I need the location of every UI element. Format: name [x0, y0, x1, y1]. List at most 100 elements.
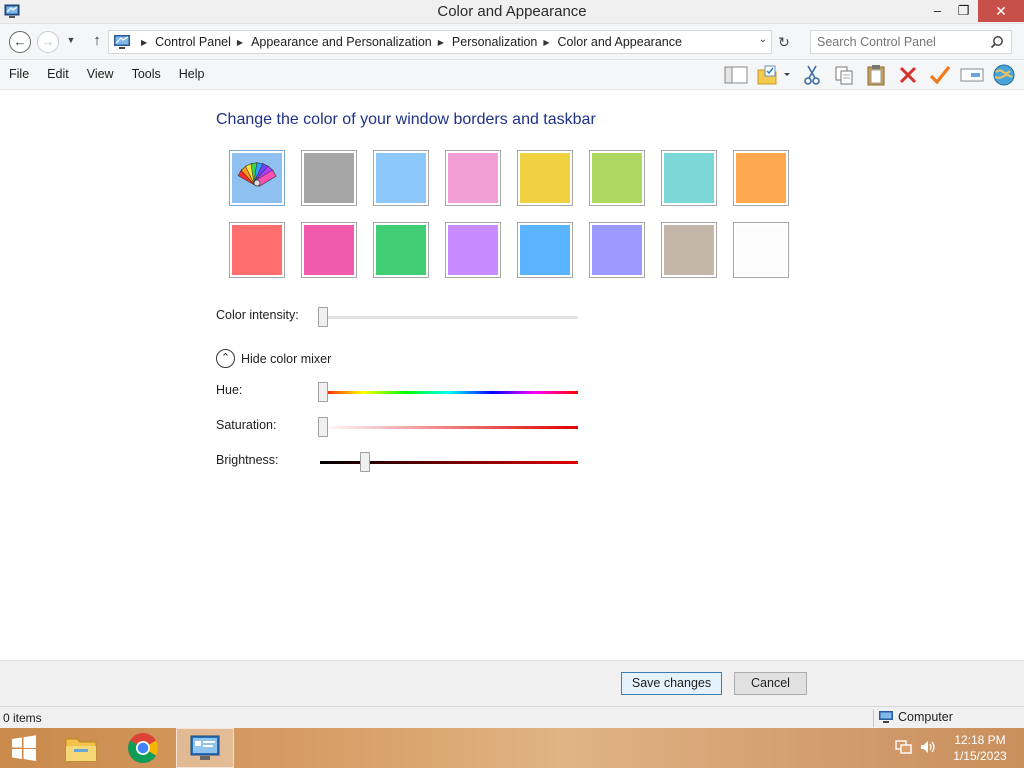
color-swatch-automatic[interactable]	[229, 150, 285, 206]
chevron-down-icon[interactable]: ⌄	[759, 34, 767, 45]
color-swatch-periwinkle[interactable]	[589, 222, 645, 278]
minimize-button[interactable]: –	[924, 0, 951, 22]
breadcrumb-separator-icon[interactable]: ▶	[237, 38, 243, 47]
cut-icon[interactable]	[796, 62, 828, 88]
search-icon[interactable]	[990, 35, 1004, 49]
color-swatch-pink[interactable]	[445, 150, 501, 206]
color-swatch-white[interactable]	[733, 222, 789, 278]
color-swatch-teal[interactable]	[661, 150, 717, 206]
main-content: Change the color of your window borders …	[0, 90, 1024, 660]
up-button[interactable]: ↑	[86, 31, 108, 53]
breadcrumb-separator-icon[interactable]: ▶	[543, 38, 549, 47]
recent-locations-dropdown[interactable]: ▼	[64, 31, 78, 53]
swatch-fill	[520, 153, 570, 203]
swatch-fill	[592, 153, 642, 203]
breadcrumb-separator-icon[interactable]: ▶	[438, 38, 444, 47]
breadcrumb-color-and-appearance[interactable]: Color and Appearance	[558, 35, 682, 49]
menu-file[interactable]: File	[0, 67, 38, 81]
breadcrumb-personalization[interactable]: Personalization	[452, 35, 537, 49]
hide-color-mixer-label[interactable]: Hide color mixer	[241, 352, 331, 366]
brightness-slider[interactable]	[320, 461, 578, 464]
address-bar[interactable]: ▶ Control Panel ▶ Appearance and Persona…	[108, 30, 772, 54]
back-button[interactable]: ←	[9, 31, 31, 53]
swatch-fill	[376, 153, 426, 203]
color-swatch-orange[interactable]	[733, 150, 789, 206]
breadcrumb: ▶ Control Panel ▶ Appearance and Persona…	[135, 35, 682, 49]
save-changes-button[interactable]: Save changes	[621, 672, 722, 695]
hue-label: Hue:	[216, 383, 243, 397]
menu-help[interactable]: Help	[170, 67, 214, 81]
brightness-thumb[interactable]	[360, 452, 371, 472]
status-location-label: Computer	[898, 710, 953, 724]
menu-bar: File Edit View Tools Help	[0, 60, 1024, 90]
color-palette-icon	[237, 162, 277, 187]
forward-button[interactable]: →	[37, 31, 59, 53]
color-intensity-slider[interactable]	[320, 316, 578, 319]
rename-icon[interactable]	[956, 62, 988, 88]
color-intensity-thumb[interactable]	[318, 307, 328, 327]
color-swatch-green[interactable]	[589, 150, 645, 206]
swatch-fill	[376, 225, 426, 275]
delete-icon[interactable]	[892, 62, 924, 88]
swatch-fill	[448, 225, 498, 275]
hue-thumb[interactable]	[318, 382, 328, 402]
swatch-fill	[448, 153, 498, 203]
saturation-thumb[interactable]	[318, 417, 328, 437]
taskbar-clock[interactable]: 12:18 PM 1/15/2023	[940, 732, 1020, 764]
status-bar: 0 items Computer	[0, 706, 1024, 728]
toolbar	[720, 62, 1020, 88]
file-explorer-taskbar-icon[interactable]	[52, 728, 110, 768]
control-panel-taskbar-icon[interactable]	[176, 728, 234, 768]
title-bar: Color and Appearance – ❐ ✕	[0, 0, 1024, 24]
breadcrumb-separator-icon[interactable]: ▶	[141, 38, 147, 47]
color-swatch-gray[interactable]	[301, 150, 357, 206]
swatch-fill	[304, 153, 354, 203]
swatch-fill	[664, 225, 714, 275]
close-button[interactable]: ✕	[978, 0, 1024, 22]
globe-icon[interactable]	[988, 62, 1020, 88]
search-input[interactable]	[817, 32, 987, 52]
paste-icon[interactable]	[860, 62, 892, 88]
copy-icon[interactable]	[828, 62, 860, 88]
windows-logo-icon[interactable]	[10, 735, 38, 761]
checkmark-icon[interactable]	[924, 62, 956, 88]
chrome-taskbar-icon[interactable]	[114, 728, 172, 768]
start-button[interactable]	[0, 728, 48, 768]
color-swatch-blue[interactable]	[517, 222, 573, 278]
color-swatch-magenta[interactable]	[301, 222, 357, 278]
swatch-fill	[736, 225, 786, 275]
properties-icon[interactable]	[752, 62, 796, 88]
chevron-up-icon[interactable]: ⌃	[216, 349, 235, 368]
color-swatch-taupe[interactable]	[661, 222, 717, 278]
item-count: 0 items	[3, 711, 42, 725]
dialog-footer: Save changes Cancel	[0, 660, 1024, 706]
color-intensity-label: Color intensity:	[216, 308, 299, 322]
search-box[interactable]	[810, 30, 1012, 54]
maximize-button[interactable]: ❐	[950, 0, 977, 22]
cancel-button[interactable]: Cancel	[734, 672, 807, 695]
refresh-icon[interactable]: ↻	[774, 34, 794, 52]
color-swatch-sky-blue[interactable]	[373, 150, 429, 206]
color-swatch-emerald[interactable]	[373, 222, 429, 278]
color-swatch-yellow[interactable]	[517, 150, 573, 206]
saturation-slider[interactable]	[320, 426, 578, 429]
breadcrumb-appearance-and-personalization[interactable]: Appearance and Personalization	[251, 35, 432, 49]
clock-date: 1/15/2023	[953, 749, 1007, 763]
brightness-label: Brightness:	[216, 453, 279, 467]
color-swatch-coral[interactable]	[229, 222, 285, 278]
hide-color-mixer-toggle[interactable]: ⌃ Hide color mixer	[216, 349, 331, 368]
volume-icon[interactable]	[919, 739, 937, 755]
layout-icon[interactable]	[720, 62, 752, 88]
taskbar: 12:18 PM 1/15/2023	[0, 728, 1024, 768]
menu-view[interactable]: View	[78, 67, 123, 81]
breadcrumb-control-panel[interactable]: Control Panel	[155, 35, 231, 49]
hue-slider[interactable]	[320, 391, 578, 394]
color-swatch-lavender[interactable]	[445, 222, 501, 278]
menu-edit[interactable]: Edit	[38, 67, 78, 81]
status-divider	[873, 709, 874, 727]
network-icon[interactable]	[895, 739, 913, 755]
clock-time: 12:18 PM	[954, 733, 1006, 747]
system-tray	[895, 739, 937, 755]
swatch-fill	[232, 153, 282, 203]
menu-tools[interactable]: Tools	[123, 67, 170, 81]
